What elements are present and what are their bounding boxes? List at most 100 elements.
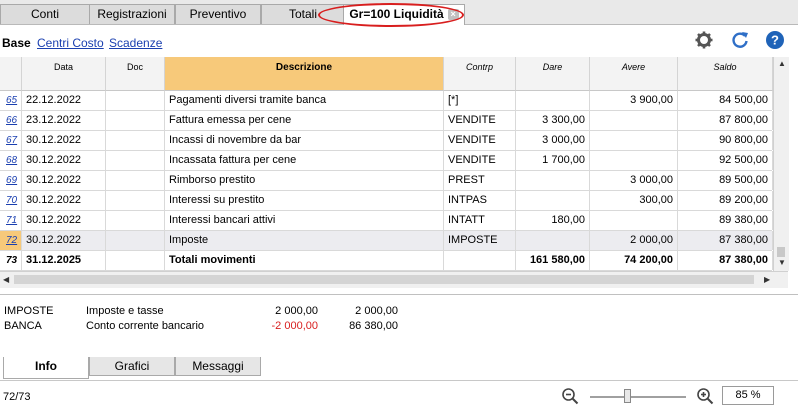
cell-saldo[interactable]: 87 380,00 [678,251,773,270]
view-base[interactable]: Base [2,36,31,50]
table-row[interactable]: 71 30.12.2022 Interessi bancari attivi I… [0,211,773,231]
cell-dare[interactable] [516,91,590,110]
cell-saldo[interactable]: 84 500,00 [678,91,773,110]
cell-date[interactable]: 30.12.2022 [22,191,106,210]
cell-saldo[interactable]: 89 500,00 [678,171,773,190]
cell-saldo[interactable]: 92 500,00 [678,151,773,170]
row-number[interactable]: 66 [0,111,22,130]
row-number[interactable]: 65 [0,91,22,110]
scroll-down-icon[interactable]: ▼ [778,258,786,267]
cell-description[interactable]: Fattura emessa per cene [165,111,444,130]
cell-description[interactable]: Rimborso prestito [165,171,444,190]
table-row[interactable]: 70 30.12.2022 Interessi su prestito INTP… [0,191,773,211]
scroll-right-icon[interactable]: ▶ [764,275,770,284]
cell-avere[interactable]: 3 900,00 [590,91,678,110]
cell-description[interactable]: Incassi di novembre da bar [165,131,444,150]
cell-contrp[interactable]: INTATT [444,211,516,230]
cell-date[interactable]: 30.12.2022 [22,151,106,170]
cell-date[interactable]: 23.12.2022 [22,111,106,130]
col-header-avere[interactable]: Avere [590,57,678,91]
cell-avere[interactable]: 3 000,00 [590,171,678,190]
cell-avere[interactable] [590,151,678,170]
cell-doc[interactable] [106,111,165,130]
cell-doc[interactable] [106,231,165,250]
cell-doc[interactable] [106,211,165,230]
zoom-slider[interactable] [590,396,686,398]
cell-dare[interactable]: 180,00 [516,211,590,230]
cell-contrp[interactable] [444,251,516,270]
cell-saldo[interactable]: 89 200,00 [678,191,773,210]
table-row[interactable]: 65 22.12.2022 Pagamenti diversi tramite … [0,91,773,111]
cell-dare[interactable]: 1 700,00 [516,151,590,170]
scroll-up-icon[interactable]: ▲ [778,59,786,68]
cell-description[interactable]: Pagamenti diversi tramite banca [165,91,444,110]
tab-preventivo[interactable]: Preventivo [175,4,261,24]
cell-dare[interactable] [516,191,590,210]
cell-date[interactable]: 30.12.2022 [22,211,106,230]
table-row[interactable]: 69 30.12.2022 Rimborso prestito PREST 3 … [0,171,773,191]
cell-saldo[interactable]: 89 380,00 [678,211,773,230]
cell-dare[interactable] [516,171,590,190]
scrollbar-thumb[interactable] [14,275,754,284]
cell-description[interactable]: Imposte [165,231,444,250]
cell-dare[interactable]: 3 000,00 [516,131,590,150]
cell-avere[interactable] [590,131,678,150]
zoom-in-icon[interactable] [696,387,714,405]
cell-dare[interactable]: 161 580,00 [516,251,590,270]
cell-saldo[interactable]: 87 800,00 [678,111,773,130]
cell-contrp[interactable]: VENDITE [444,151,516,170]
table-row[interactable]: 66 23.12.2022 Fattura emessa per cene VE… [0,111,773,131]
help-icon[interactable]: ? [765,30,785,50]
cell-dare[interactable] [516,231,590,250]
row-number[interactable]: 67 [0,131,22,150]
tab-messaggi[interactable]: Messaggi [175,357,261,376]
refresh-icon[interactable] [730,30,750,50]
cell-saldo[interactable]: 90 800,00 [678,131,773,150]
row-number[interactable]: 70 [0,191,22,210]
table-row-total[interactable]: 73 31.12.2025 Totali movimenti 161 580,0… [0,251,773,271]
cell-contrp[interactable]: VENDITE [444,111,516,130]
col-header-contrp[interactable]: Contrp [444,57,516,91]
zoom-level-input[interactable]: 85 % [722,386,774,405]
cell-date[interactable]: 22.12.2022 [22,91,106,110]
cell-doc[interactable] [106,191,165,210]
cell-date[interactable]: 30.12.2022 [22,131,106,150]
col-header-saldo[interactable]: Saldo [678,57,773,91]
gear-icon[interactable] [694,30,714,50]
cell-dare[interactable]: 3 300,00 [516,111,590,130]
vertical-scrollbar[interactable]: ▲ ▼ [773,57,789,271]
view-centri-costo[interactable]: Centri Costo [37,36,104,50]
cell-avere[interactable]: 74 200,00 [590,251,678,270]
col-header-doc[interactable]: Doc [106,57,165,91]
cell-date[interactable]: 30.12.2022 [22,231,106,250]
col-header-data[interactable]: Data [22,57,106,91]
cell-doc[interactable] [106,171,165,190]
cell-doc[interactable] [106,251,165,270]
row-number[interactable]: 71 [0,211,22,230]
cell-date[interactable]: 30.12.2022 [22,171,106,190]
cell-description[interactable]: Interessi su prestito [165,191,444,210]
col-header-dare[interactable]: Dare [516,57,590,91]
cell-contrp[interactable]: IMPOSTE [444,231,516,250]
cell-doc[interactable] [106,91,165,110]
cell-avere[interactable]: 300,00 [590,191,678,210]
cell-description[interactable]: Totali movimenti [165,251,444,270]
cell-contrp[interactable]: PREST [444,171,516,190]
scrollbar-thumb[interactable] [777,247,785,257]
zoom-slider-thumb[interactable] [624,389,631,403]
cell-contrp[interactable]: INTPAS [444,191,516,210]
cell-avere[interactable] [590,211,678,230]
cell-saldo[interactable]: 87 380,00 [678,231,773,250]
tab-grafici[interactable]: Grafici [89,357,175,376]
row-number[interactable]: 69 [0,171,22,190]
table-row[interactable]: 68 30.12.2022 Incassata fattura per cene… [0,151,773,171]
cell-description[interactable]: Interessi bancari attivi [165,211,444,230]
table-row-selected[interactable]: 72 30.12.2022 Imposte IMPOSTE 2 000,00 8… [0,231,773,251]
scroll-left-icon[interactable]: ◀ [3,275,9,284]
cell-contrp[interactable]: VENDITE [444,131,516,150]
tab-info[interactable]: Info [3,357,89,379]
row-number[interactable]: 68 [0,151,22,170]
row-number[interactable]: 72 [0,231,22,250]
cell-doc[interactable] [106,151,165,170]
cell-doc[interactable] [106,131,165,150]
